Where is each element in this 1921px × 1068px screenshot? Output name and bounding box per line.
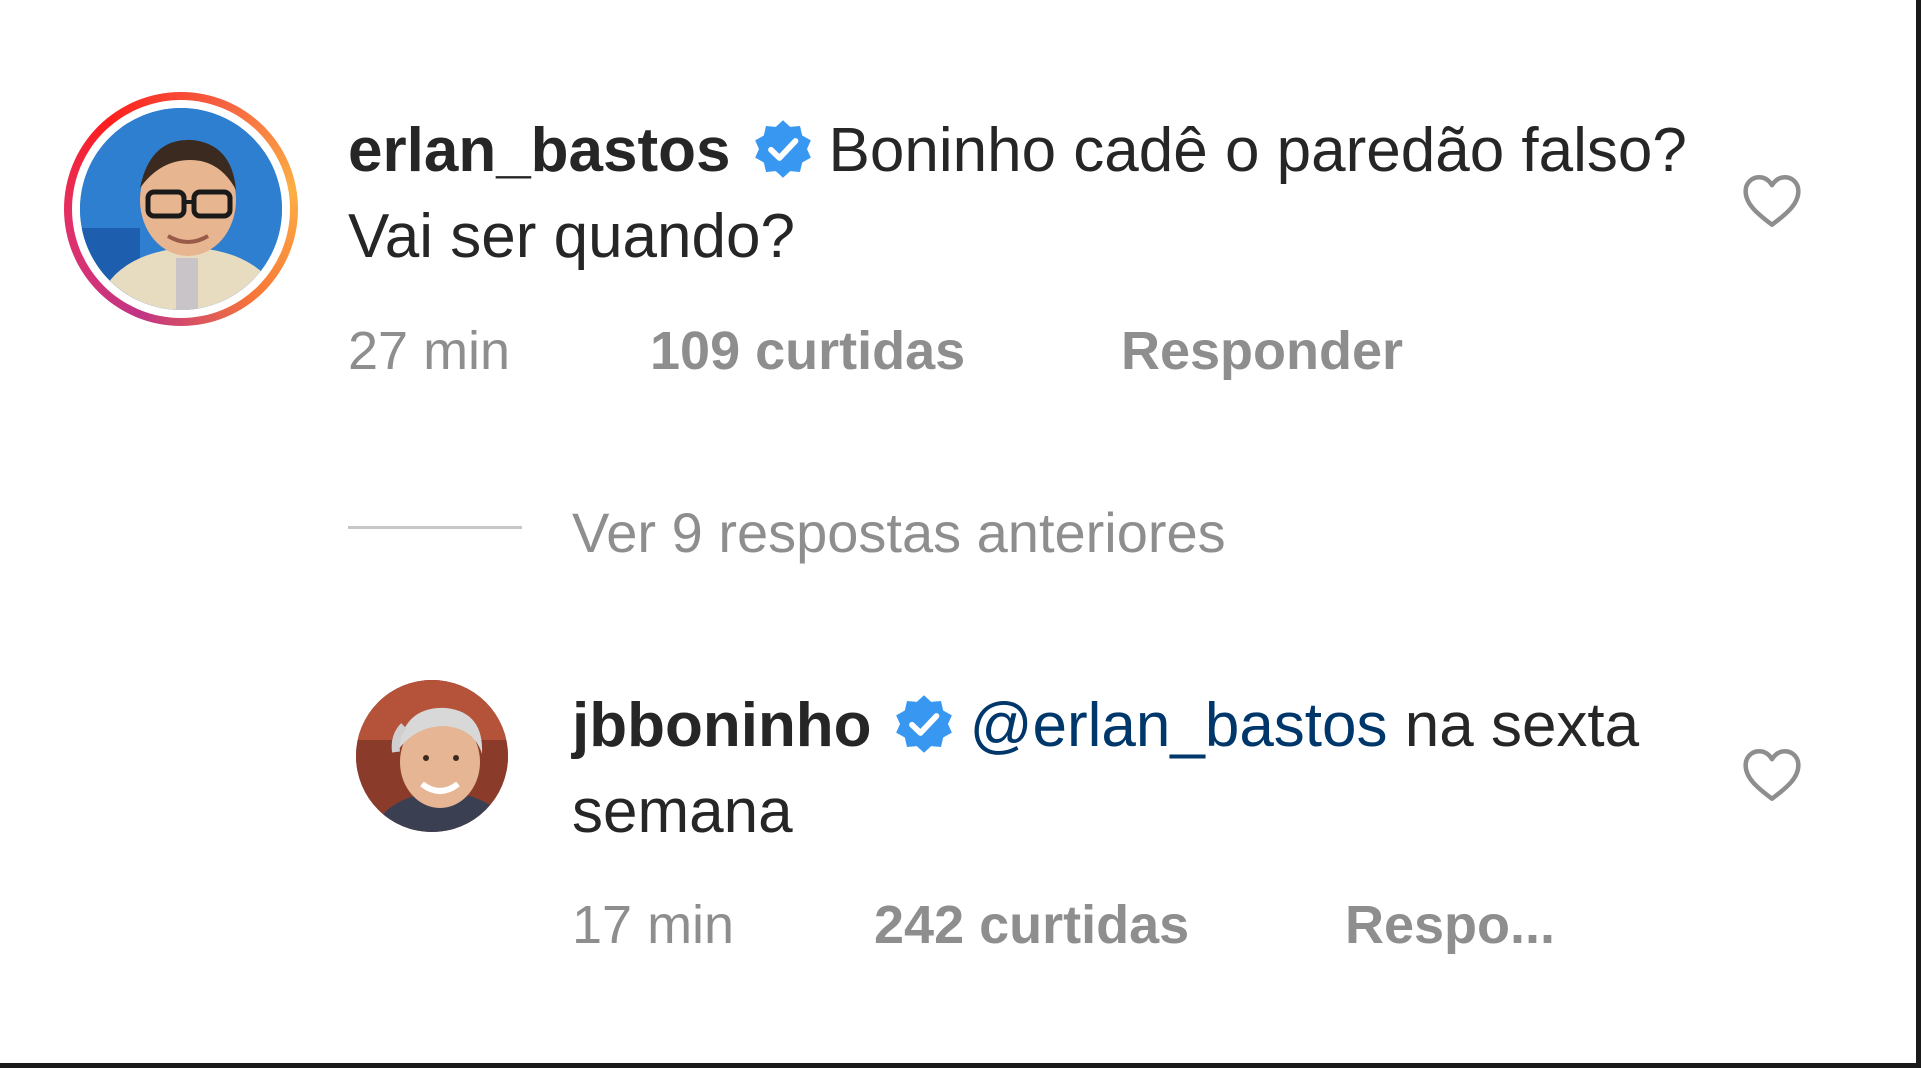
frame-edge-bottom [0, 1063, 1921, 1068]
reply-mention-link[interactable]: @erlan_bastos [970, 691, 1388, 760]
comment-reply-button[interactable]: Responder [1121, 321, 1403, 381]
avatar-jbboninho[interactable] [356, 680, 508, 832]
reply-likes-container: 242 curtidas [874, 894, 1189, 956]
comment-likes[interactable]: 109 curtidas [650, 321, 965, 381]
comment-meta: 27 min [348, 320, 510, 382]
verified-badge-icon [895, 695, 952, 753]
reply-body: jbboninho @erlan_bastos na sexta semana [572, 683, 1722, 855]
reply-username[interactable]: jbboninho [572, 691, 872, 760]
avatar-jbboninho-image [356, 680, 508, 832]
reply-meta: 17 min [572, 894, 734, 956]
reply-reply-button[interactable]: Respo... [1345, 895, 1555, 955]
reply-time: 17 min [572, 895, 735, 955]
comment-reply-container: Responder [1121, 320, 1403, 382]
comment-like-heart-icon[interactable] [1740, 172, 1804, 230]
frame-edge-right [1916, 0, 1921, 1068]
replies-divider-line [348, 526, 522, 529]
reply-like-heart-icon[interactable] [1740, 746, 1804, 804]
avatar-erlan-bastos-image [80, 108, 282, 310]
verified-badge-icon [754, 120, 811, 178]
comment-time: 27 min [348, 321, 511, 381]
comment-username[interactable]: erlan_bastos [348, 116, 731, 185]
view-previous-replies-button[interactable]: Ver 9 respostas anteriores [572, 500, 1226, 565]
story-ring-avatar[interactable] [64, 92, 298, 326]
comment-likes-container: 109 curtidas [650, 320, 965, 382]
reply-likes[interactable]: 242 curtidas [874, 895, 1189, 955]
comment-body: erlan_bastos Boninho cadê o paredão falso… [348, 108, 1708, 280]
avatar-erlan-bastos [80, 108, 282, 310]
reply-reply-container: Respo... [1345, 894, 1555, 956]
